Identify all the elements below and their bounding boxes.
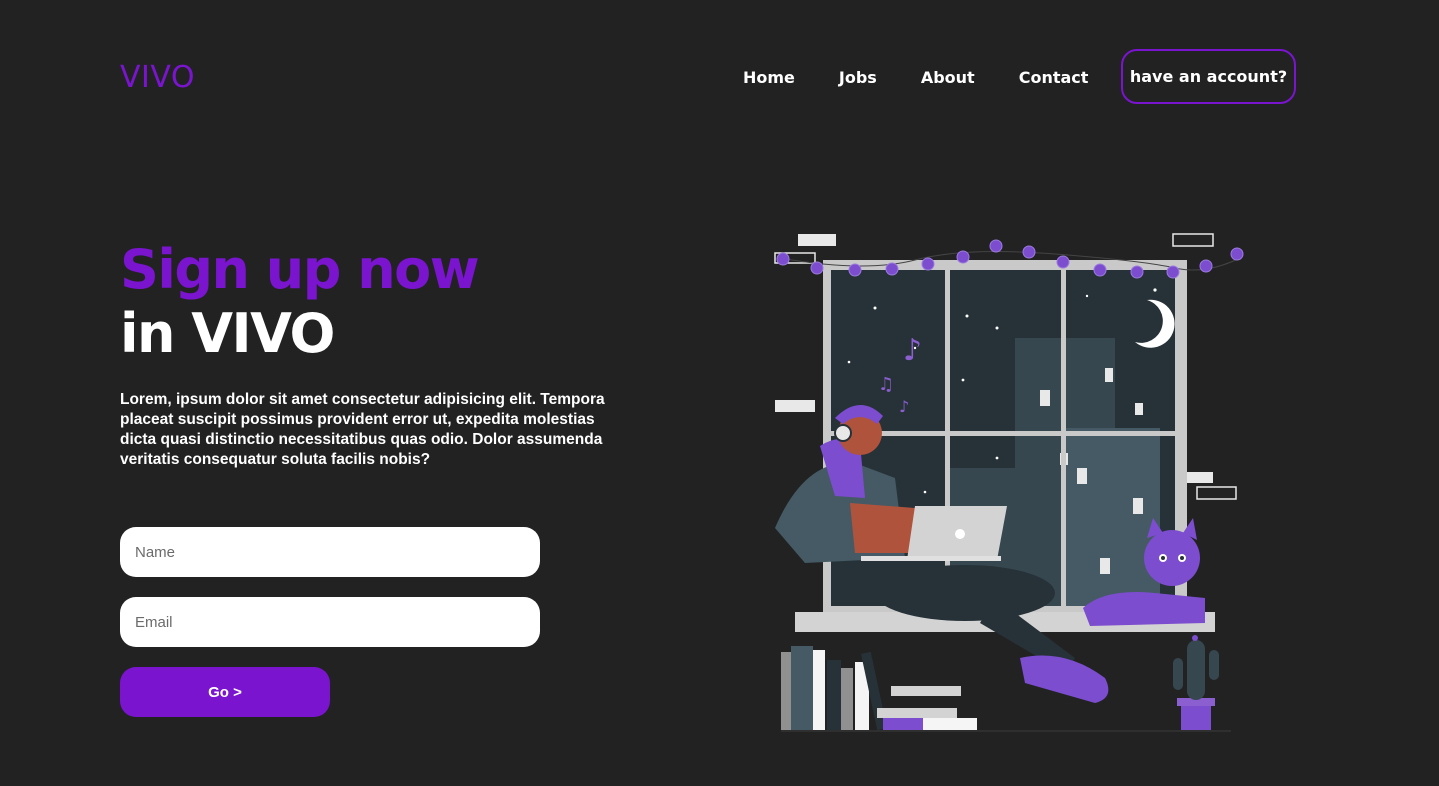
nav-contact[interactable]: Contact <box>1019 66 1089 90</box>
svg-text:♪: ♪ <box>899 397 909 416</box>
signup-page: VIVO Home Jobs About Contact have an acc… <box>0 0 1439 786</box>
wall-brick <box>1185 472 1213 483</box>
cat-head <box>1144 530 1200 586</box>
email-input[interactable] <box>120 597 540 647</box>
laptop-base <box>861 556 1001 561</box>
person-arm <box>850 503 915 553</box>
wall-brick <box>775 400 815 412</box>
hero-title-line2: in VIVO <box>120 302 335 365</box>
person-working-at-window-illustration: ♪ ♫ ♪ <box>774 233 1244 732</box>
have-account-button[interactable]: have an account? <box>1121 49 1296 104</box>
window-mullion <box>1061 270 1066 606</box>
hero-title: Sign up now in VIVO <box>120 238 480 366</box>
name-input[interactable] <box>120 527 540 577</box>
shelf <box>781 730 1231 732</box>
cactus-plant-icon <box>1173 635 1219 730</box>
headphones-icon <box>834 424 852 442</box>
books <box>781 646 977 731</box>
wall-brick <box>1172 233 1214 247</box>
go-button[interactable]: Go > <box>120 667 330 717</box>
wall-brick <box>798 234 836 246</box>
nav-home[interactable]: Home <box>743 66 795 90</box>
hero-title-line1: Sign up now <box>120 238 480 301</box>
nav-about[interactable]: About <box>921 66 975 90</box>
main-nav: Home Jobs About Contact <box>743 66 1132 90</box>
building <box>1065 428 1160 606</box>
person-legs <box>875 565 1055 621</box>
window-transom <box>831 431 1175 436</box>
laptop-logo-icon <box>955 529 965 539</box>
person-shoe <box>1020 655 1109 703</box>
svg-text:♪: ♪ <box>903 333 922 368</box>
svg-text:♫: ♫ <box>878 374 894 395</box>
wall-brick <box>1196 486 1237 500</box>
nav-jobs[interactable]: Jobs <box>839 66 877 90</box>
hero-description: Lorem, ipsum dolor sit amet consectetur … <box>120 391 605 468</box>
logo[interactable]: VIVO <box>120 58 195 98</box>
